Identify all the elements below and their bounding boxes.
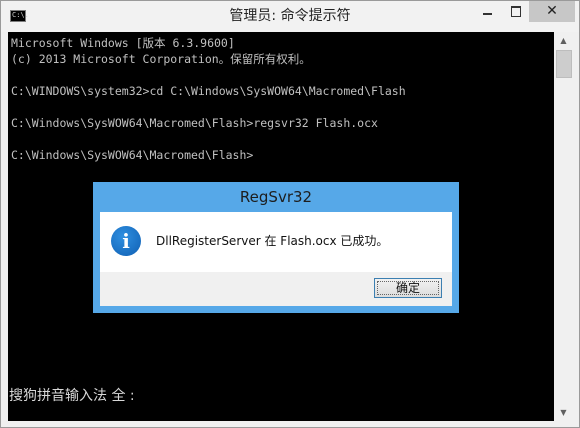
regsvr32-dialog: RegSvr32 i DllRegisterServer 在 Flash.ocx… — [93, 182, 459, 313]
minimize-icon — [483, 13, 492, 15]
scroll-up-arrow-icon[interactable]: ▲ — [554, 32, 573, 49]
console-line: C:\Windows\SysWOW64\Macromed\Flash> — [11, 148, 254, 162]
dialog-message: DllRegisterServer 在 Flash.ocx 已成功。 — [156, 234, 389, 248]
console-line: C:\Windows\SysWOW64\Macromed\Flash>regsv… — [11, 116, 378, 130]
ok-button[interactable]: 确定 — [374, 278, 442, 298]
minimize-button[interactable] — [474, 1, 502, 22]
console-line: (c) 2013 Microsoft Corporation。保留所有权利。 — [11, 52, 311, 66]
dialog-footer: 确定 — [100, 272, 452, 306]
dialog-title[interactable]: RegSvr32 — [93, 182, 459, 212]
info-icon: i — [111, 226, 141, 256]
maximize-button[interactable] — [502, 1, 529, 22]
scroll-thumb[interactable] — [556, 50, 572, 78]
maximize-icon — [511, 6, 521, 17]
ime-status: 搜狗拼音输入法 全 : — [9, 388, 135, 404]
console-line: C:\WINDOWS\system32>cd C:\Windows\SysWOW… — [11, 84, 406, 98]
close-button[interactable]: ✕ — [529, 1, 575, 22]
vertical-scrollbar[interactable]: ▲ ▼ — [554, 32, 573, 421]
title-bar[interactable]: C:\. 管理员: 命令提示符 ✕ — [1, 1, 579, 32]
console-line: Microsoft Windows [版本 6.3.9600] — [11, 36, 235, 50]
close-icon: ✕ — [546, 3, 558, 19]
cmd-window: C:\. 管理员: 命令提示符 ✕ Microsoft Windows [版本 … — [0, 0, 580, 428]
dialog-body: i DllRegisterServer 在 Flash.ocx 已成功。 — [100, 212, 452, 272]
scroll-down-arrow-icon[interactable]: ▼ — [554, 404, 573, 421]
